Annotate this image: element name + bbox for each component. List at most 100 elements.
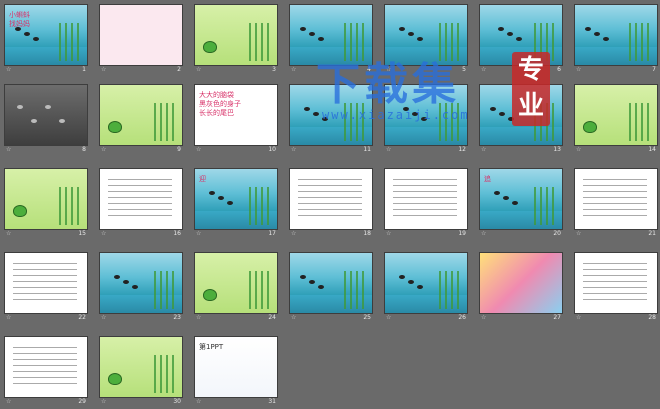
slide-number: 21: [648, 230, 656, 237]
slide-title: 追: [484, 175, 491, 183]
slide-thumbnail-11[interactable]: ☆ 11: [289, 84, 373, 154]
slide-preview: [289, 84, 373, 146]
slide-thumbnail-8[interactable]: ☆ 8: [4, 84, 88, 154]
tadpole-icon: [412, 112, 418, 116]
text-lines: [583, 263, 647, 301]
reeds-illustration: [439, 23, 463, 61]
slide-preview: [289, 4, 373, 66]
slide-thumbnail-21[interactable]: ☆ 21: [574, 168, 658, 238]
slide-number: 17: [268, 230, 276, 237]
slide-preview: [384, 168, 468, 230]
reeds-illustration: [249, 271, 273, 309]
slide-title: 小蝌蚪 找妈妈: [9, 11, 30, 28]
slide-title: 大大的脑袋 黑灰色的身子 长长的尾巴: [199, 91, 241, 117]
slide-preview: [99, 84, 183, 146]
tadpole-icon: [408, 32, 414, 36]
reeds-illustration: [534, 103, 558, 141]
slide-preview: [4, 84, 88, 146]
tadpole-icon: [417, 37, 423, 41]
slide-thumbnail-4[interactable]: ☆ 4: [289, 4, 373, 74]
slide-thumbnail-28[interactable]: ☆ 28: [574, 252, 658, 322]
slide-number: 3: [272, 66, 276, 73]
slide-thumbnail-14[interactable]: ☆ 14: [574, 84, 658, 154]
slide-preview: 小蝌蚪 找妈妈: [4, 4, 88, 66]
text-lines: [298, 179, 362, 217]
slide-preview: [574, 4, 658, 66]
reeds-illustration: [629, 103, 653, 141]
slide-thumbnail-10[interactable]: 大大的脑袋 黑灰色的身子 长长的尾巴 ☆ 10: [194, 84, 278, 154]
slide-thumbnail-25[interactable]: ☆ 25: [289, 252, 373, 322]
slide-thumbnail-23[interactable]: ☆ 23: [99, 252, 183, 322]
tadpole-icon: [507, 32, 513, 36]
tadpole-icon: [516, 37, 522, 41]
slide-preview: 迎: [194, 168, 278, 230]
tadpole-icon: [499, 112, 505, 116]
slide-preview: [479, 4, 563, 66]
slide-thumbnail-6[interactable]: ☆ 6: [479, 4, 563, 74]
tadpole-icon: [114, 275, 120, 279]
tadpole-icon: [408, 280, 414, 284]
slide-preview: [574, 252, 658, 314]
slide-preview: 第1PPT: [194, 336, 278, 398]
slide-thumbnail-20[interactable]: 追 ☆ 20: [479, 168, 563, 238]
tadpole-icon: [33, 37, 39, 41]
text-lines: [108, 179, 172, 217]
slide-thumbnail-22[interactable]: ☆ 22: [4, 252, 88, 322]
slide-thumbnail-16[interactable]: ☆ 16: [99, 168, 183, 238]
tadpole-icon: [300, 275, 306, 279]
slide-preview: [99, 4, 183, 66]
slide-thumbnail-5[interactable]: ☆ 5: [384, 4, 468, 74]
slide-thumbnail-30[interactable]: ☆ 30: [99, 336, 183, 406]
slide-preview: [4, 252, 88, 314]
slide-thumbnail-12[interactable]: ☆ 12: [384, 84, 468, 154]
slide-thumbnail-2[interactable]: ☆ 2: [99, 4, 183, 74]
slide-thumbnail-24[interactable]: ☆ 24: [194, 252, 278, 322]
transition-star-icon: ☆: [386, 314, 392, 321]
slide-thumbnail-15[interactable]: ☆ 15: [4, 168, 88, 238]
slide-preview: [194, 4, 278, 66]
transition-star-icon: ☆: [386, 146, 392, 153]
slide-preview: [384, 252, 468, 314]
frog-icon: [108, 373, 122, 385]
tadpole-icon: [399, 275, 405, 279]
tadpole-icon: [503, 196, 509, 200]
slide-thumbnail-1[interactable]: 小蝌蚪 找妈妈 ☆ 1: [4, 4, 88, 74]
slide-thumbnail-31[interactable]: 第1PPT ☆ 31: [194, 336, 278, 406]
slide-thumbnail-19[interactable]: ☆ 19: [384, 168, 468, 238]
tadpole-icon: [304, 107, 310, 111]
tadpole-icon: [421, 117, 427, 121]
slide-thumbnail-17[interactable]: 迎 ☆ 17: [194, 168, 278, 238]
slide-preview: [384, 84, 468, 146]
transition-star-icon: ☆: [481, 146, 487, 153]
slide-thumbnail-18[interactable]: ☆ 18: [289, 168, 373, 238]
tadpole-icon: [399, 27, 405, 31]
transition-star-icon: ☆: [196, 314, 202, 321]
tadpole-icon: [417, 285, 423, 289]
transition-star-icon: ☆: [291, 146, 297, 153]
slide-preview: [99, 336, 183, 398]
reeds-illustration: [439, 271, 463, 309]
tadpole-icon: [59, 119, 65, 123]
slide-number: 1: [82, 66, 86, 73]
frog-icon: [203, 41, 217, 53]
slide-preview: 大大的脑袋 黑灰色的身子 长长的尾巴: [194, 84, 278, 146]
slide-thumbnail-3[interactable]: ☆ 3: [194, 4, 278, 74]
transition-star-icon: ☆: [576, 146, 582, 153]
slide-thumbnail-9[interactable]: ☆ 9: [99, 84, 183, 154]
slide-thumbnail-26[interactable]: ☆ 26: [384, 252, 468, 322]
transition-star-icon: ☆: [576, 314, 582, 321]
transition-star-icon: ☆: [6, 66, 12, 73]
slide-thumbnail-13[interactable]: ☆ 13: [479, 84, 563, 154]
tadpole-icon: [512, 201, 518, 205]
slide-number: 13: [553, 146, 561, 153]
tadpole-icon: [313, 112, 319, 116]
transition-star-icon: ☆: [291, 230, 297, 237]
slide-number: 16: [173, 230, 181, 237]
frog-icon: [203, 289, 217, 301]
slide-thumbnail-29[interactable]: ☆ 29: [4, 336, 88, 406]
transition-star-icon: ☆: [196, 398, 202, 405]
tadpole-icon: [31, 119, 37, 123]
transition-star-icon: ☆: [576, 230, 582, 237]
slide-thumbnail-27[interactable]: ☆ 27: [479, 252, 563, 322]
slide-thumbnail-7[interactable]: ☆ 7: [574, 4, 658, 74]
